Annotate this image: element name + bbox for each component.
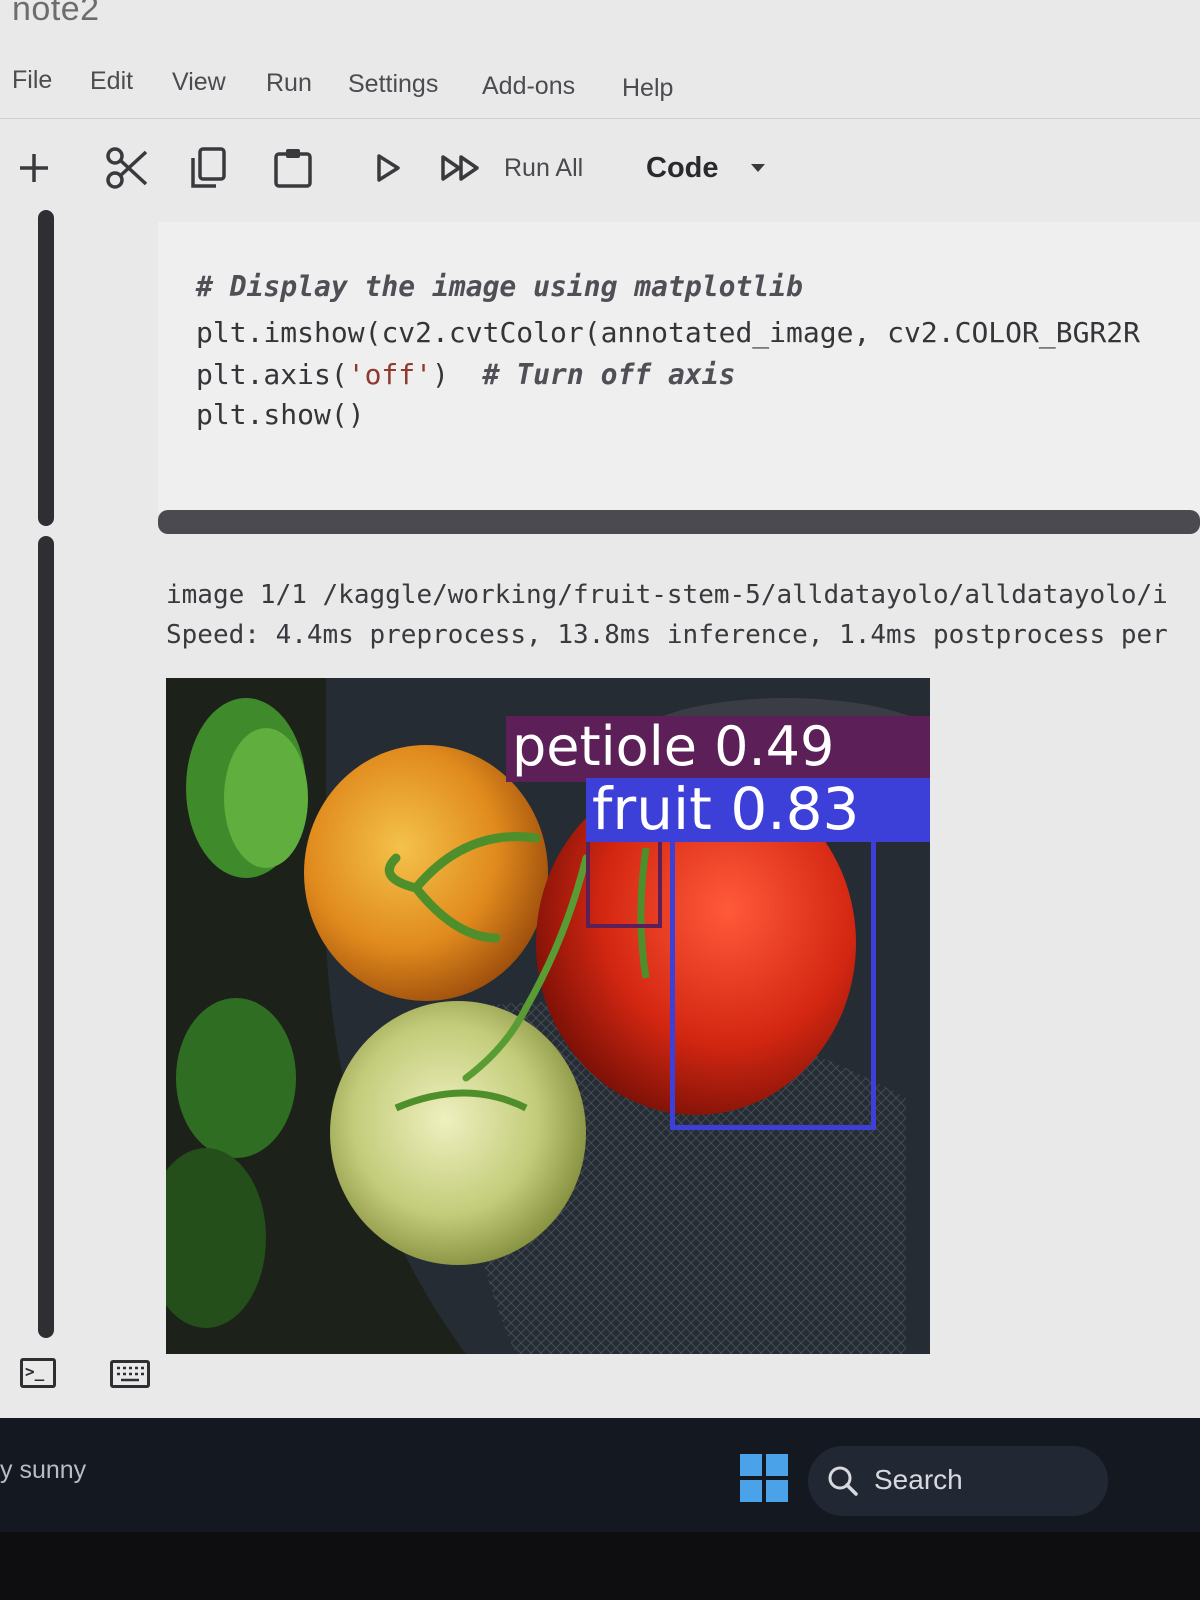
paste-button[interactable] xyxy=(272,146,314,190)
windows-logo-icon xyxy=(740,1454,788,1502)
keyboard-icon[interactable] xyxy=(110,1360,150,1388)
search-icon xyxy=(828,1466,858,1496)
copy-icon xyxy=(191,147,226,188)
code-line-3-comment: # Turn off axis xyxy=(482,358,736,391)
cell-type-select[interactable]: Code xyxy=(646,146,776,190)
add-cell-button[interactable] xyxy=(14,146,54,190)
output-line-2: Speed: 4.4ms preprocess, 13.8ms inferenc… xyxy=(166,620,1168,650)
code-line-3: plt.axis('off') # Turn off axis xyxy=(196,358,735,391)
scissors-icon xyxy=(106,147,148,189)
run-all-button[interactable]: Run All xyxy=(440,146,638,190)
menu-edit[interactable]: Edit xyxy=(90,67,133,96)
code-line-2: plt.imshow(cv2.cvtColor(annotated_image,… xyxy=(196,316,1140,349)
output-cell-gutter[interactable] xyxy=(38,536,54,1338)
code-line-2-call: plt.imshow( xyxy=(196,316,382,349)
code-line-4: plt.show() xyxy=(196,398,365,431)
menu-run[interactable]: Run xyxy=(266,69,312,98)
chevron-down-icon xyxy=(750,164,765,172)
petiole-detection-label: petiole 0.49 xyxy=(506,716,930,782)
run-cell-button[interactable] xyxy=(372,146,404,190)
screen: note2 File Edit View Run Settings Add-on… xyxy=(0,0,1200,1600)
run-all-label: Run All xyxy=(504,153,584,182)
code-line-3-close: ) xyxy=(432,358,483,391)
menu-view[interactable]: View xyxy=(172,68,226,97)
menu-file[interactable]: File xyxy=(12,66,52,95)
fast-forward-icon xyxy=(441,155,479,181)
code-line-3-string: 'off' xyxy=(347,358,433,391)
toolbar: Run All Code xyxy=(0,128,1200,208)
code-line-3-call: plt.axis( xyxy=(196,358,348,391)
petiole-detection-box xyxy=(586,836,662,928)
clipboard-icon xyxy=(274,149,312,188)
output-line-1: image 1/1 /kaggle/working/fruit-stem-5/a… xyxy=(166,580,1168,610)
plus-icon xyxy=(20,154,48,182)
code-line-2-args: cv2.cvtColor(annotated_image, cv2.COLOR_… xyxy=(381,316,1141,349)
monitor-bezel xyxy=(0,1532,1200,1600)
code-cell[interactable]: # Display the image using matplotlib plt… xyxy=(158,222,1200,512)
menu-bar: File Edit View Run Settings Add-ons Help xyxy=(0,60,1200,119)
play-icon xyxy=(377,154,400,182)
fruit-detection-label: fruit 0.83 xyxy=(586,778,930,842)
output-divider[interactable] xyxy=(158,510,1200,534)
fruit-detection-box xyxy=(670,836,876,1130)
menu-settings[interactable]: Settings xyxy=(348,70,438,99)
menu-help[interactable]: Help xyxy=(622,74,673,103)
windows-start-button[interactable] xyxy=(740,1454,788,1502)
menu-add-ons[interactable]: Add-ons xyxy=(482,72,575,101)
terminal-icon[interactable]: >_ xyxy=(20,1358,56,1388)
weather-widget-text[interactable]: y sunny xyxy=(0,1456,86,1485)
taskbar-search-box[interactable]: Search xyxy=(808,1446,1108,1516)
search-label: Search xyxy=(874,1464,963,1495)
code-cell-gutter[interactable] xyxy=(38,210,54,526)
cut-button[interactable] xyxy=(104,146,150,190)
code-line-1: # Display the image using matplotlib xyxy=(196,270,803,303)
keyboard-keys-icon xyxy=(117,1366,144,1382)
copy-button[interactable] xyxy=(188,146,228,190)
annotated-output-image: petiole 0.49 fruit 0.83 xyxy=(166,678,930,1354)
cell-type-value: Code xyxy=(646,151,719,184)
notebook-title: note2 xyxy=(12,0,100,28)
